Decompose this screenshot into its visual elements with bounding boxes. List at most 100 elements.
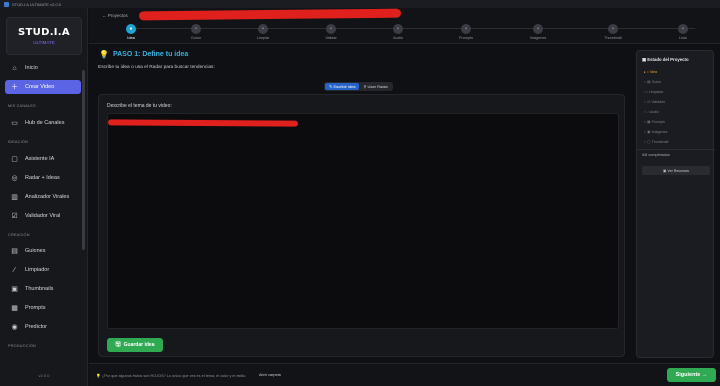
sidebar-item-validador-viral[interactable]: ☑ Validador Viral [5, 209, 81, 223]
status-item-prompts: ○ ▦ Prompts [644, 120, 665, 124]
sidebar-item-label: Predictor [25, 324, 48, 330]
home-icon: ⌂ [12, 64, 17, 72]
sidebar-item-label: Guiones [25, 248, 46, 254]
sidebar-item-label: Inicio [25, 65, 38, 71]
tv-icon: ▭ [11, 119, 18, 127]
image-icon: ▣ [11, 285, 18, 293]
status-divider [637, 149, 715, 150]
radar-icon: ◎ [11, 174, 18, 182]
step-icon: • [678, 24, 688, 34]
project-status-panel: ▣ Estado del Proyecto ▸ ○ Idea ○ ▤ Guion… [636, 50, 715, 358]
use-radar-tab[interactable]: ⚲ Usar Radar [359, 83, 392, 90]
step-icon: • [326, 24, 336, 34]
status-item-label: Idea [649, 70, 657, 74]
step-prompts[interactable]: • Prompts [446, 24, 486, 40]
sidebar-item-prompts[interactable]: ▦ Prompts [5, 301, 81, 315]
save-idea-label: Guardar idea [123, 342, 155, 348]
step-label: Limpiar [256, 36, 270, 40]
save-idea-button[interactable]: 🖫 Guardar idea [107, 338, 163, 352]
idea-textarea[interactable] [107, 113, 619, 329]
completed-count: 0/8 completados [642, 153, 670, 157]
status-panel-title: ▣ Estado del Proyecto [642, 57, 689, 62]
sidebar-item-radar-ideas[interactable]: ◎ Radar + Ideas [5, 171, 81, 185]
step-label: Idea [127, 36, 135, 40]
status-panel-title-text: Estado del Proyecto [647, 57, 689, 62]
target-icon: ◉ [11, 323, 18, 331]
step-limpiar[interactable]: • Limpiar [243, 24, 283, 40]
step-label: Thumbnail [604, 36, 622, 40]
main-content: 💡 PASO 1: Define tu idea Escribe tu idea… [89, 45, 630, 363]
status-item-label: Validado [651, 100, 666, 104]
sidebar-item-label: Asistente IA [25, 156, 55, 162]
footer-tip-text: ¿Por qué algunos frutos son ROJOS? Lo ún… [101, 374, 247, 378]
sidebar-item-analizador-virales[interactable]: ▥ Analizador Virales [5, 190, 81, 204]
step-listo[interactable]: • Listo [663, 24, 703, 40]
sidebar-item-label: Thumbnails [25, 286, 54, 292]
sidebar-item-label: Analizador Virales [25, 194, 70, 200]
sidebar-item-guiones[interactable]: ▤ Guiones [5, 244, 81, 258]
sidebar-item-label: Validador Viral [25, 213, 61, 219]
window-titlebar: STUD.I.A ULTIMATE v2.0.0 [0, 0, 720, 8]
status-item-imagenes: ○ ▣ Imágenes [644, 130, 668, 134]
view-resources-button[interactable]: ▣ Ver Recursos [642, 166, 710, 175]
sidebar-item-asistente-ia[interactable]: ▢ Asistente IA [5, 152, 81, 166]
sidebar-item-limpiador[interactable]: ⁄ Limpiador [5, 263, 81, 277]
write-idea-tab[interactable]: ✎ Escribir idea [325, 83, 360, 90]
step-label: Prompts [458, 36, 474, 40]
step-guion[interactable]: • Guion [176, 24, 216, 40]
idea-card: Describe el tema de tu video: 🖫 Guardar … [98, 94, 625, 357]
save-icon: 🖫 [115, 342, 121, 348]
status-item-thumbnail: ○ ▢ Thumbnail [644, 140, 669, 144]
step-validar[interactable]: • Validar [311, 24, 351, 40]
sidebar-item-thumbnails[interactable]: ▣ Thumbnails [5, 282, 81, 296]
logo-badge: ULTIMATE [33, 40, 55, 45]
open-folder-link[interactable]: Abrir carpeta [259, 373, 281, 377]
status-item-audio: ○ ♪ Audio [644, 110, 659, 114]
header: ← Proyectos ● Idea • Guion • Limpiar • V… [89, 8, 720, 44]
page-subtitle: Escribe tu idea o usa el Radar para busc… [98, 65, 215, 70]
status-item-label: Guion [651, 80, 662, 84]
logo[interactable]: STUD.I.A ULTIMATE [6, 17, 82, 55]
window-title: STUD.I.A ULTIMATE v2.0.0 [12, 1, 61, 7]
sidebar-item-label: Hub de Canales [25, 120, 65, 126]
step-thumbnail[interactable]: • Thumbnail [593, 24, 633, 40]
redaction-mark [107, 119, 299, 127]
brush-icon: ⁄ [13, 266, 16, 274]
chat-icon: ▢ [11, 155, 18, 163]
sidebar-item-label: Crear Video [25, 84, 55, 90]
sidebar-item-hub-canales[interactable]: ▭ Hub de Canales [5, 116, 81, 130]
sidebar-scrollbar[interactable] [82, 70, 85, 250]
status-item-label: Limpiado [648, 90, 664, 94]
footer-tip: 💡 ¿Por qué algunos frutos son ROJOS? Lo … [96, 374, 247, 378]
step-icon: ● [126, 24, 136, 34]
section-creacion: CREACIÓN [8, 233, 30, 237]
step-audio[interactable]: • Audio [378, 24, 418, 40]
sidebar-item-label: Prompts [25, 305, 46, 311]
idea-mode-toggle: ✎ Escribir idea ⚲ Usar Radar [324, 82, 393, 91]
plus-icon: ＋ [11, 83, 18, 91]
sidebar-item-inicio[interactable]: ⌂ Inicio [5, 61, 81, 75]
sidebar-item-label: Limpiador [25, 267, 50, 273]
logo-name: STUD.I.A [18, 27, 70, 38]
footer-bar: 💡 ¿Por qué algunos frutos son ROJOS? Lo … [89, 363, 720, 386]
back-to-projects-link[interactable]: ← Proyectos [102, 13, 128, 18]
status-item-label: Thumbnail [651, 140, 669, 144]
status-item-label: Imágenes [651, 130, 668, 134]
chart-icon: ▥ [11, 193, 18, 201]
section-mis-canales: MIS CANALES [8, 104, 36, 108]
step-icon: • [533, 24, 543, 34]
sidebar-item-crear-video[interactable]: ＋ Crear Video [5, 80, 81, 94]
step-idea[interactable]: ● Idea [111, 24, 151, 40]
step-label: Imágenes [529, 36, 547, 40]
sidebar-item-predictor[interactable]: ◉ Predictor [5, 320, 81, 334]
next-button[interactable]: Siguiente → [667, 368, 716, 382]
step-icon: • [608, 24, 618, 34]
sidebar-item-label: Radar + Ideas [25, 175, 60, 181]
app-icon [4, 1, 9, 7]
doc-icon: ▤ [11, 247, 18, 255]
status-item-idea: ▸ ○ Idea [644, 70, 657, 74]
step-icon: • [258, 24, 268, 34]
redaction-mark [138, 8, 402, 21]
step-imagenes[interactable]: • Imágenes [518, 24, 558, 40]
step-label: Guion [190, 36, 202, 40]
